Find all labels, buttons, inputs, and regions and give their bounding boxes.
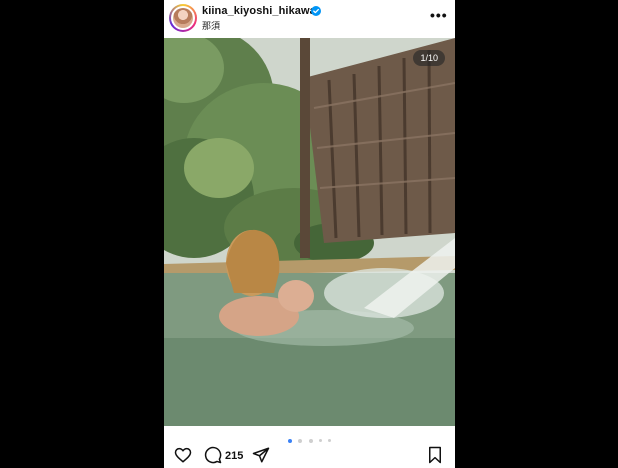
post-header: kiina_kiyoshi_hikawa 那須 ••• [164, 0, 455, 38]
carousel-dot [318, 439, 322, 443]
carousel-dot [328, 439, 332, 443]
image-counter: 1/10 [413, 50, 445, 66]
carousel-dot [308, 438, 313, 443]
username[interactable]: kiina_kiyoshi_hikawa [202, 5, 316, 17]
location-link[interactable]: 那須 [202, 19, 220, 32]
comment-bubble-icon[interactable] [204, 446, 222, 464]
heart-icon[interactable] [174, 446, 192, 464]
carousel-dot [298, 438, 303, 443]
instagram-post: kiina_kiyoshi_hikawa 那須 ••• 1/10 215 [164, 0, 455, 468]
verified-badge-icon [311, 6, 321, 16]
avatar[interactable] [169, 4, 197, 32]
avatar-photo [173, 8, 193, 28]
hot-spring-scene [164, 38, 455, 426]
carousel-dot [287, 438, 292, 443]
comment-count: 215 [225, 450, 244, 462]
more-options-button[interactable]: ••• [430, 7, 448, 23]
post-photo[interactable]: 1/10 [164, 38, 455, 426]
bookmark-icon[interactable] [427, 446, 443, 464]
paper-plane-icon[interactable] [252, 446, 270, 464]
carousel-dots [164, 432, 455, 443]
action-bar: 215 [164, 444, 455, 468]
